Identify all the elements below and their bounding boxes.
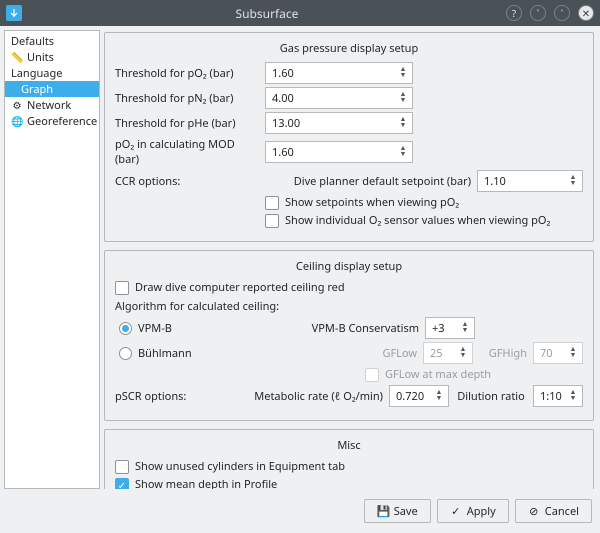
spin-arrows-icon: ▲▼: [398, 92, 408, 104]
po2-mod-label: pO₂ in calculating MOD (bar): [115, 137, 259, 167]
sidebar-item-units[interactable]: 📏 Units: [5, 49, 99, 65]
mean-depth-checkbox[interactable]: ✓: [115, 478, 129, 490]
unused-cylinders-checkbox[interactable]: [115, 460, 129, 474]
algorithm-label: Algorithm for calculated ceiling:: [115, 299, 583, 314]
maximize-button[interactable]: ˄: [554, 5, 570, 21]
spin-arrows-icon: ▲▼: [568, 390, 578, 402]
dilution-ratio-input[interactable]: 1:10 ▲▼: [533, 385, 583, 407]
spin-arrows-icon: ▲▼: [398, 67, 408, 79]
show-setpoints-label: Show setpoints when viewing pO₂: [285, 195, 459, 210]
unused-cylinders-label: Show unused cylinders in Equipment tab: [135, 459, 345, 474]
po2-mod-input[interactable]: 1.60 ▲▼: [265, 141, 413, 163]
settings-panel: Gas pressure display setup Threshold for…: [104, 30, 596, 489]
sidebar-item-georeference[interactable]: 🌐 Georeference: [5, 113, 99, 129]
setpoint-label: Dive planner default setpoint (bar): [265, 174, 471, 189]
draw-ceiling-red-label: Draw dive computer reported ceiling red: [135, 280, 345, 295]
sidebar-item-label: Defaults: [11, 34, 54, 49]
show-sensors-checkbox[interactable]: [265, 214, 279, 228]
spin-arrows-icon: ▲▼: [398, 117, 408, 129]
ceiling-group: Ceiling display setup Draw dive computer…: [104, 250, 594, 421]
vpmb-label: VPM-B: [138, 321, 258, 336]
cancel-button[interactable]: ⊘ Cancel: [515, 499, 592, 523]
metabolic-rate-label: Metabolic rate (ℓ O₂/min): [201, 389, 383, 404]
titlebar: Subsurface ? ˅ ˄ ✕: [0, 0, 600, 26]
cancel-icon: ⊘: [528, 504, 540, 519]
spin-arrows-icon: ▲▼: [568, 347, 578, 359]
ccr-options-label: CCR options:: [115, 174, 259, 189]
sidebar-item-label: Georeference: [27, 114, 97, 129]
gflow-label: GFLow: [264, 346, 417, 361]
buhlmann-label: Bühlmann: [138, 346, 258, 361]
gflow-maxdepth-checkbox: [365, 368, 379, 382]
vpmb-radio[interactable]: [119, 322, 132, 335]
units-icon: 📏: [11, 50, 23, 64]
network-icon: ⚙: [11, 98, 23, 112]
spin-arrows-icon: ▲▼: [458, 347, 468, 359]
phe-threshold-label: Threshold for pHe (bar): [115, 116, 259, 131]
save-button[interactable]: 💾 Save: [364, 499, 431, 523]
spin-arrows-icon: ▲▼: [568, 175, 578, 187]
show-sensors-label: Show individual O₂ sensor values when vi…: [285, 213, 550, 228]
gflow-maxdepth-label: GFLow at max depth: [385, 367, 491, 382]
metabolic-rate-input[interactable]: 0.720 ▲▼: [389, 385, 449, 407]
apply-button[interactable]: ✓ Apply: [437, 499, 509, 523]
group-title: Gas pressure display setup: [115, 41, 583, 56]
pscr-options-label: pSCR options:: [115, 389, 195, 404]
misc-group: Misc Show unused cylinders in Equipment …: [104, 429, 594, 489]
window-title: Subsurface: [28, 5, 506, 22]
sidebar-item-label: Language: [11, 66, 62, 81]
sidebar-item-label: Network: [27, 98, 71, 113]
mean-depth-label: Show mean depth in Profile: [135, 477, 277, 489]
phe-threshold-input[interactable]: 13.00 ▲▼: [265, 112, 413, 134]
group-title: Ceiling display setup: [115, 259, 583, 274]
spin-arrows-icon: ▲▼: [460, 322, 470, 334]
globe-icon: 🌐: [11, 114, 23, 128]
apply-icon: ✓: [450, 504, 462, 519]
setpoint-input[interactable]: 1.10 ▲▼: [477, 170, 583, 192]
pn2-threshold-label: Threshold for pN₂ (bar): [115, 91, 259, 106]
po2-threshold-input[interactable]: 1.60 ▲▼: [265, 62, 413, 84]
sidebar-item-network[interactable]: ⚙ Network: [5, 97, 99, 113]
dialog-buttons: 💾 Save ✓ Apply ⊘ Cancel: [0, 493, 600, 533]
group-title: Misc: [115, 438, 583, 453]
pn2-threshold-input[interactable]: 4.00 ▲▼: [265, 87, 413, 109]
vpmb-cons-label: VPM-B Conservatism: [264, 321, 419, 336]
vpmb-cons-input[interactable]: +3 ▲▼: [425, 317, 475, 339]
app-icon: [6, 5, 22, 21]
sidebar: Defaults 📏 Units Language Graph ⚙ Networ…: [4, 30, 100, 489]
close-button[interactable]: ✕: [578, 5, 594, 21]
spin-arrows-icon: ▲▼: [398, 146, 408, 158]
sidebar-item-language[interactable]: Language: [5, 65, 99, 81]
gflow-input: 25 ▲▼: [423, 342, 473, 364]
save-icon: 💾: [377, 504, 389, 519]
sidebar-item-label: Units: [27, 50, 54, 65]
minimize-button[interactable]: ˅: [530, 5, 546, 21]
sidebar-item-defaults[interactable]: Defaults: [5, 33, 99, 49]
sidebar-item-graph[interactable]: Graph: [5, 81, 99, 97]
draw-ceiling-red-checkbox[interactable]: [115, 281, 129, 295]
spin-arrows-icon: ▲▼: [434, 390, 444, 402]
help-button[interactable]: ?: [506, 5, 522, 21]
show-setpoints-checkbox[interactable]: [265, 196, 279, 210]
sidebar-item-label: Graph: [21, 82, 53, 97]
gfhigh-input: 70 ▲▼: [533, 342, 583, 364]
window-buttons: ? ˅ ˄ ✕: [506, 5, 594, 21]
po2-threshold-label: Threshold for pO₂ (bar): [115, 66, 259, 81]
gfhigh-label: GFHigh: [479, 346, 527, 361]
gas-pressure-group: Gas pressure display setup Threshold for…: [104, 32, 594, 242]
buhlmann-radio[interactable]: [119, 347, 132, 360]
dilution-ratio-label: Dilution ratio: [455, 389, 527, 404]
